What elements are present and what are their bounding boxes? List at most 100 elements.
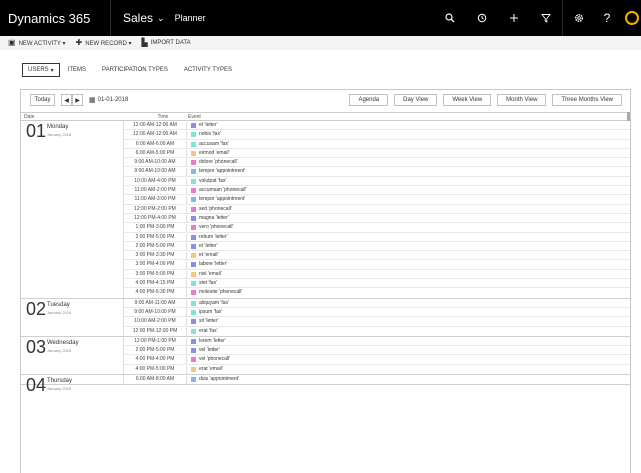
calendar-panel: Today ◀ ▶ ▦ 01-01-2018 Agenda Day View W… — [20, 89, 631, 473]
area-switcher[interactable]: Sales ⌄ — [111, 11, 175, 25]
event-row[interactable]: 4:00 PM-4:00 PM vel 'phonecall' — [124, 355, 630, 365]
import-data-button[interactable]: ▙ IMPORT DATA — [142, 39, 191, 47]
filter-icon[interactable] — [530, 0, 562, 36]
event-title: tempor 'appointment' — [199, 168, 246, 175]
event-row[interactable]: 3:00 PM-4:00 PM labore 'letter' — [124, 260, 630, 270]
day-view-button[interactable]: Day View — [394, 94, 438, 106]
settings-icon[interactable] — [563, 0, 595, 36]
event-row[interactable]: 9:00 AM-10:00 PM ipsum 'fax' — [124, 308, 630, 318]
command-bar: ▣ NEW ACTIVITY ▾ ✚ NEW RECORD ▾ ▙ IMPORT… — [0, 36, 641, 50]
day-number: 04 — [26, 375, 47, 396]
event-time: 2:00 PM-5:00 PM — [124, 242, 187, 251]
chevron-down-icon: ⌄ — [157, 12, 165, 23]
event-time: 12:00 PM-2:00 PM — [124, 205, 187, 214]
day-number: 02 — [26, 298, 47, 319]
event-row[interactable]: 12:00 AM-12:00 AM nobis 'fax' — [124, 130, 630, 140]
new-activity-button[interactable]: ▣ NEW ACTIVITY ▾ — [8, 39, 65, 47]
event-type-color-chip — [191, 169, 196, 175]
tab-participation-types[interactable]: PARTICIPATION TYPES — [94, 63, 176, 77]
tab-activity-types[interactable]: ACTIVITY TYPES — [176, 63, 240, 77]
agenda-rows: 01 Monday January 2018 12:00 AM-12:00 AM et … — [21, 121, 630, 394]
event-title: erat 'email' — [199, 365, 223, 372]
tab-items[interactable]: ITEMS — [60, 63, 94, 77]
event-row[interactable]: 2:00 PM-5:00 PM et 'letter' — [124, 242, 630, 252]
event-title: et 'email' — [199, 252, 219, 259]
week-view-button[interactable]: Week View — [443, 94, 492, 106]
event-type-color-chip — [191, 357, 196, 363]
search-icon[interactable] — [434, 0, 466, 36]
event-title: sit 'letter' — [199, 318, 219, 325]
event-row[interactable]: 6:00 AM-6:00 AM accusam 'fax' — [124, 140, 630, 149]
event-type-color-chip — [191, 160, 196, 166]
chevron-down-icon: ▾ — [50, 67, 54, 74]
event-row[interactable]: 12:00 PM-4:00 PM magna 'letter' — [124, 214, 630, 224]
event-row[interactable]: 3:00 PM-5:00 PM nisl 'email' — [124, 270, 630, 280]
tab-users[interactable]: USERS ▾ — [22, 63, 60, 77]
event-row[interactable]: 3:00 PM-3:30 PM et 'email' — [124, 251, 630, 261]
day-number: 01 — [26, 121, 47, 141]
previous-button[interactable]: ◀ — [61, 94, 72, 106]
event-title: dolore 'phonecall' — [199, 159, 238, 166]
event-row[interactable]: 11:00 AM-2:00 PM accumsan 'phonecall' — [124, 186, 630, 196]
event-type-color-chip — [191, 234, 196, 240]
event-time: 9:00 AM-10:00 PM — [124, 308, 187, 317]
day-cell: 03 Wednesday January 2018 — [21, 336, 124, 375]
event-title: erat 'fax' — [199, 327, 218, 334]
day-name: Tuesday — [47, 301, 70, 308]
date-picker[interactable]: ▦ 01-01-2018 — [89, 94, 128, 106]
event-time: 10:00 AM-2:00 PM — [124, 318, 187, 327]
event-row[interactable]: 9:00 AM-11:00 AM aliquyam 'fax' — [124, 299, 630, 308]
event-type-color-chip — [191, 366, 196, 372]
event-row[interactable]: 6:00 AM-5:00 PM eirmod 'email' — [124, 149, 630, 159]
three-months-view-button[interactable]: Three Months View — [552, 94, 622, 106]
event-row[interactable]: 11:00 AM-3:00 PM tempor 'appointment' — [124, 195, 630, 205]
day-month: January 2018 — [47, 347, 72, 353]
event-row[interactable]: 12:00 PM-12:00 PM erat 'fax' — [124, 327, 630, 336]
event-time: 6:00 AM-6:00 AM — [124, 140, 187, 149]
day-group: 01 Monday January 2018 12:00 AM-12:00 AM et … — [21, 121, 630, 299]
event-title: nobis 'fax' — [199, 131, 221, 138]
event-title: ipsum 'fax' — [199, 308, 223, 315]
scrollbar[interactable] — [627, 112, 630, 121]
event-title: accusam 'fax' — [199, 140, 229, 147]
next-button[interactable]: ▶ — [72, 94, 83, 106]
event-row[interactable]: 10:00 AM-2:00 PM sit 'letter' — [124, 317, 630, 327]
event-row[interactable]: 10:00 AM-4:00 PM volutpat 'fax' — [124, 177, 630, 187]
event-time: 3:00 PM-5:00 PM — [124, 270, 187, 279]
event-row[interactable]: 9:00 AM-10:00 AM tempor 'appointment' — [124, 167, 630, 177]
add-icon[interactable] — [498, 0, 530, 36]
event-row[interactable]: 4:00 PM-4:15 PM stet 'fax' — [124, 279, 630, 289]
app-title[interactable]: Dynamics 365 — [0, 11, 110, 26]
new-record-button[interactable]: ✚ NEW RECORD ▾ — [75, 39, 131, 47]
planner-tabs: USERS ▾ ITEMS PARTICIPATION TYPES ACTIVI… — [22, 63, 240, 77]
event-row[interactable]: 6:00 AM-8:00 AM duis 'appointment' — [124, 375, 630, 385]
avatar[interactable] — [625, 11, 639, 25]
event-row[interactable]: 12:00 PM-2:00 PM sed 'phonecall' — [124, 205, 630, 214]
help-icon[interactable]: ? — [595, 0, 619, 36]
event-row[interactable]: 12:00 PM-1:00 PM lorem 'letter' — [124, 337, 630, 347]
event-type-color-chip — [191, 243, 196, 249]
event-row[interactable]: 4:00 PM-6:30 PM molestie 'phonecall' — [124, 288, 630, 298]
today-button[interactable]: Today — [30, 94, 55, 106]
event-title: volutpat 'fax' — [199, 177, 227, 184]
event-row[interactable]: 4:00 PM-5:00 PM erat 'email' — [124, 365, 630, 374]
event-type-color-chip — [191, 178, 196, 184]
recent-icon[interactable] — [466, 0, 498, 36]
area-label: Sales — [123, 11, 154, 25]
event-time: 9:00 AM-10:00 AM — [124, 168, 187, 177]
event-row[interactable]: 2:00 PM-5:00 PM rebum 'letter' — [124, 233, 630, 242]
event-time: 4:00 PM-4:00 PM — [124, 356, 187, 365]
event-title: stet 'fax' — [199, 280, 218, 287]
day-name: Monday — [47, 124, 69, 130]
event-type-color-chip — [191, 215, 196, 221]
event-row[interactable]: 2:00 PM-5:00 PM vel 'letter' — [124, 346, 630, 356]
agenda-header: Date Time Event — [21, 112, 630, 121]
calendar-toolbar: Today ◀ ▶ ▦ 01-01-2018 Agenda Day View W… — [21, 90, 630, 110]
event-row[interactable]: 1:00 PM-3:00 PM vero 'phonecall' — [124, 223, 630, 233]
day-cell: 04 Thursday January 2018 — [21, 375, 124, 394]
event-row[interactable]: 12:00 AM-12:00 AM et 'letter' — [124, 121, 630, 131]
event-type-color-chip — [191, 338, 196, 344]
month-view-button[interactable]: Month View — [497, 94, 547, 106]
agenda-view-button[interactable]: Agenda — [349, 94, 389, 106]
event-row[interactable]: 9:00 AM-10:00 AM dolore 'phonecall' — [124, 158, 630, 168]
